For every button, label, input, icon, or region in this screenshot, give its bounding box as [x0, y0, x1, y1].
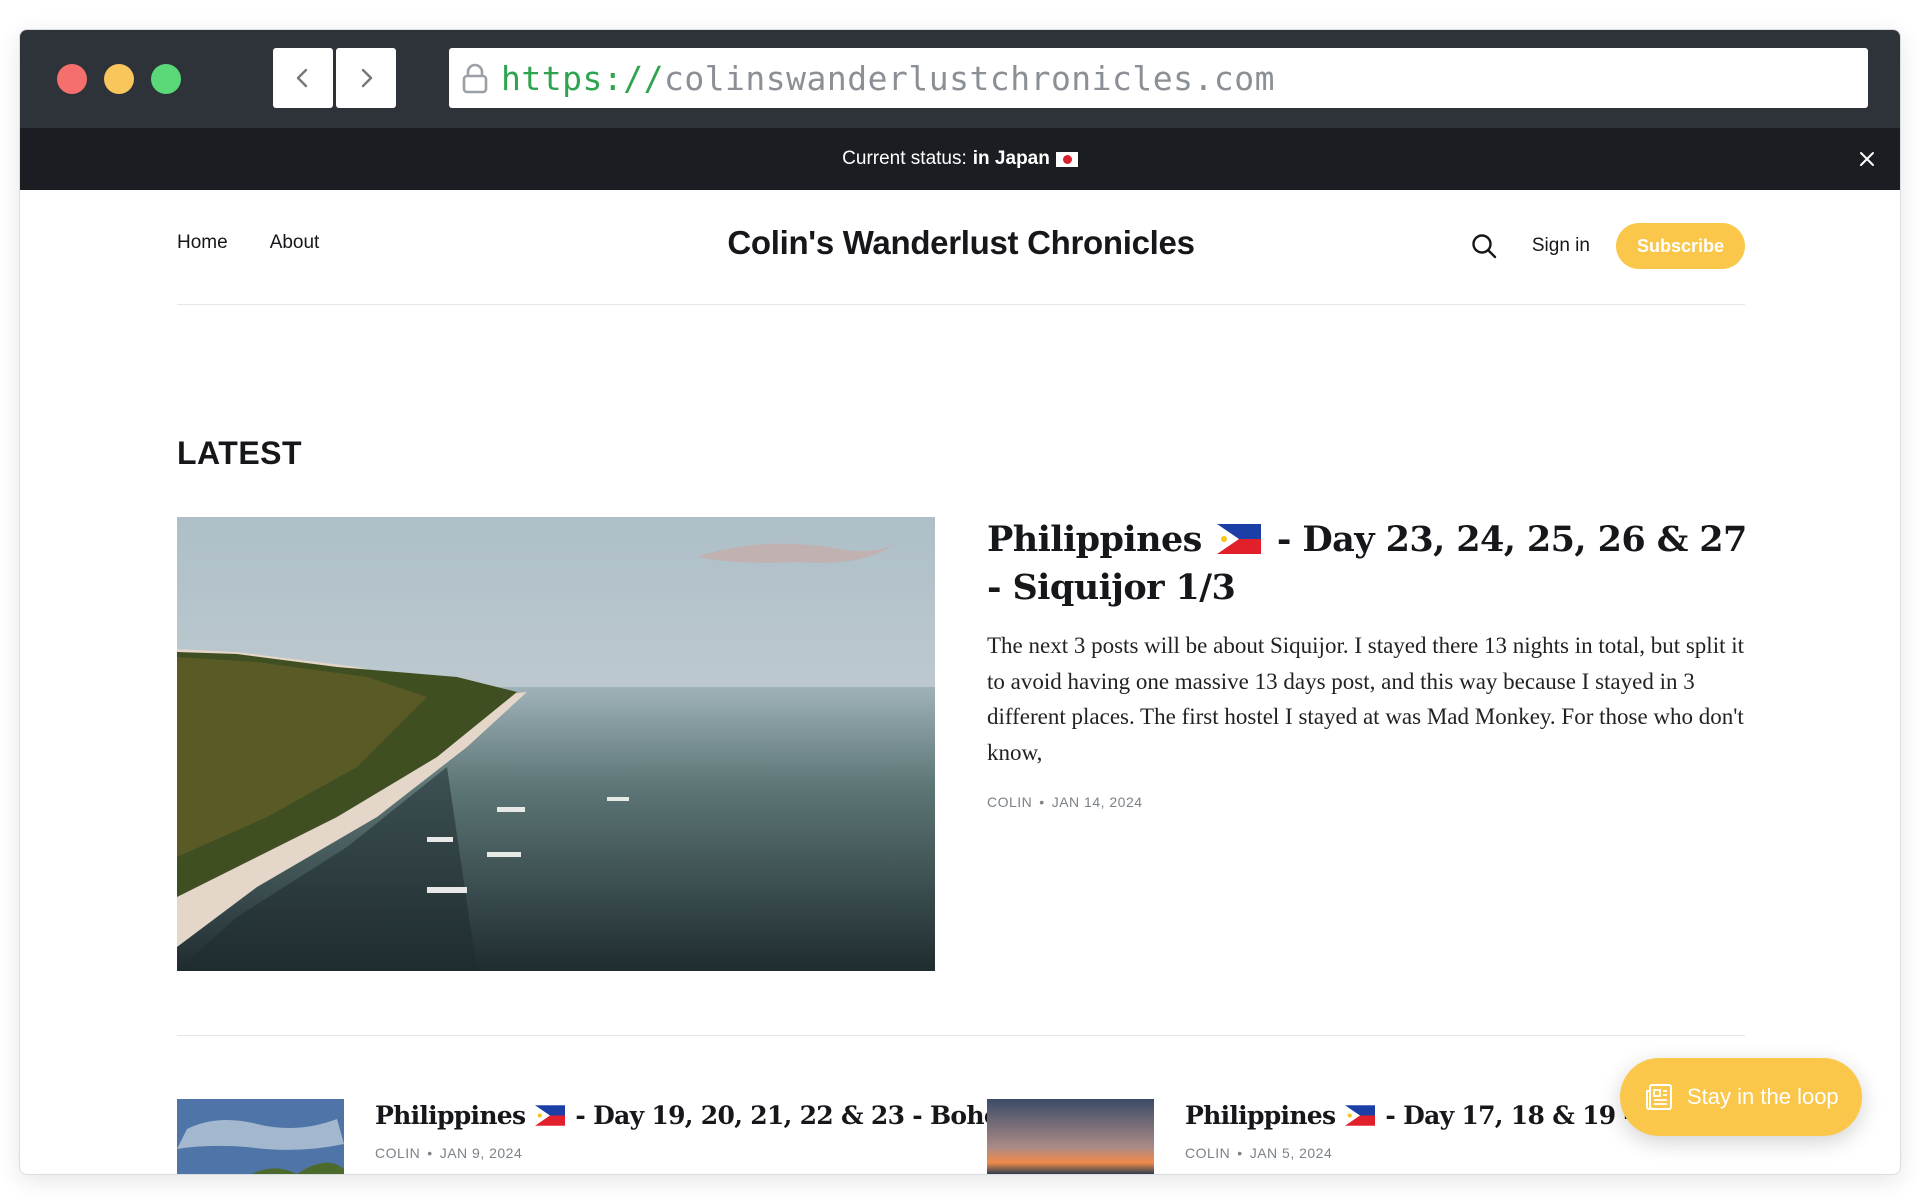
post-date: JAN 9, 2024	[439, 1145, 523, 1161]
featured-title-a: Philippines	[987, 519, 1202, 560]
subscribe-button[interactable]: Subscribe	[1615, 223, 1745, 269]
announcement-bar: Current status: in Japan	[20, 128, 1900, 190]
post-title-b: - Day 19, 20, 21, 22 & 23 - Bohol	[575, 1101, 1009, 1130]
japan-flag-icon	[1055, 151, 1078, 167]
chevron-left-icon	[296, 68, 308, 88]
post-date: JAN 5, 2024	[1249, 1145, 1333, 1161]
meta-separator: •	[1039, 794, 1045, 810]
browser-window: https://colinswanderlustchronicles.com C…	[19, 29, 1901, 1175]
section-divider	[177, 1035, 1745, 1036]
section-heading: LATEST	[177, 435, 303, 471]
header-actions: Sign in Subscribe	[1470, 223, 1745, 269]
site-nav: Home About	[177, 232, 319, 254]
post-title-a: Philippines	[1185, 1101, 1336, 1130]
meta-separator: •	[427, 1145, 433, 1161]
featured-post-excerpt: The next 3 posts will be about Siquijor.…	[987, 633, 1745, 765]
url-scheme: https://	[501, 58, 664, 98]
post-info: Philippines - Day 19, 20, 21, 22 & 23 - …	[375, 1099, 1009, 1174]
announcement-prefix: Current status:	[842, 148, 967, 169]
nav-about-link[interactable]: About	[270, 232, 320, 254]
post-thumbnail[interactable]	[987, 1099, 1154, 1174]
featured-post-meta: COLIN • JAN 14, 2024	[987, 794, 1747, 810]
post-title[interactable]: Philippines - Day 19, 20, 21, 22 & 23 - …	[375, 1099, 1009, 1133]
minimize-window-button[interactable]	[104, 64, 134, 94]
featured-post-title[interactable]: Philippines - Day 23, 24, 25, 26 & 27 - …	[987, 516, 1747, 612]
site-title[interactable]: Colin's Wanderlust Chronicles	[727, 224, 1195, 261]
chevron-right-icon	[361, 68, 373, 88]
featured-post-image[interactable]	[177, 517, 935, 971]
meta-separator: •	[1237, 1145, 1243, 1161]
post-author[interactable]: COLIN	[1185, 1145, 1230, 1161]
post-card[interactable]: Philippines - Day 17, 18 & 19 - Pang COL…	[987, 1099, 1709, 1174]
post-meta: COLIN • JAN 9, 2024	[375, 1145, 1009, 1161]
back-button[interactable]	[273, 48, 333, 108]
newsletter-icon	[1646, 1084, 1672, 1110]
post-date: JAN 14, 2024	[1051, 794, 1143, 810]
stay-in-the-loop-button[interactable]: Stay in the loop	[1620, 1058, 1862, 1136]
philippines-flag-icon	[1217, 524, 1262, 554]
lock-icon	[461, 61, 491, 95]
close-icon[interactable]	[1856, 148, 1878, 170]
site-header: Home About Colin's Wanderlust Chronicles…	[177, 190, 1745, 305]
url-host: colinswanderlustchronicles.com	[663, 58, 1275, 98]
forward-button[interactable]	[336, 48, 396, 108]
post-card[interactable]: Philippines - Day 19, 20, 21, 22 & 23 - …	[177, 1099, 1009, 1174]
browser-toolbar: https://colinswanderlustchronicles.com	[20, 30, 1900, 128]
nav-home-link[interactable]: Home	[177, 232, 228, 254]
post-meta: COLIN • JAN 5, 2024	[1185, 1145, 1708, 1161]
philippines-flag-icon	[1345, 1105, 1376, 1126]
close-window-button[interactable]	[57, 64, 87, 94]
stay-in-the-loop-label: Stay in the loop	[1687, 1084, 1839, 1109]
philippines-flag-icon	[535, 1105, 566, 1126]
featured-post: Philippines - Day 23, 24, 25, 26 & 27 - …	[987, 516, 1747, 810]
address-bar[interactable]: https://colinswanderlustchronicles.com	[449, 48, 1868, 108]
post-author[interactable]: COLIN	[987, 794, 1032, 810]
post-title-a: Philippines	[375, 1101, 526, 1130]
search-icon[interactable]	[1470, 232, 1498, 260]
announcement-value: in Japan	[972, 148, 1050, 169]
signin-link[interactable]: Sign in	[1532, 235, 1590, 257]
post-author[interactable]: COLIN	[375, 1145, 420, 1161]
post-thumbnail[interactable]	[177, 1099, 344, 1174]
maximize-window-button[interactable]	[151, 64, 181, 94]
